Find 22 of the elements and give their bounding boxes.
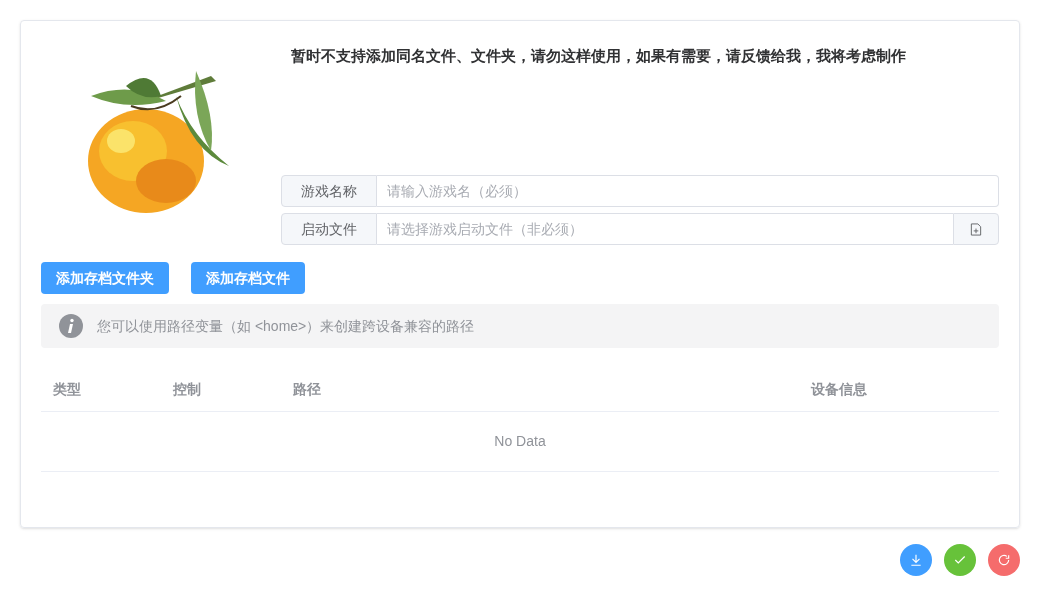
input-field[interactable]: 请输入游戏名（必须） [377,175,999,207]
select-file-button[interactable] [953,213,999,245]
refresh-icon [997,553,1011,567]
notice-text: 暂时不支持添加同名文件、文件夹，请勿这样使用，如果有需要，请反馈给我，我将考虑制作 [290,46,907,66]
alert-text: 您可以使用路径变量（如 <home>）来创建跨设备兼容的路径 [97,316,475,336]
add-button[interactable]: 添加存档文件夹 [41,262,169,294]
confirm-button[interactable] [944,544,976,576]
column-header: 设备信息 [811,381,867,397]
reset-button[interactable] [988,544,1020,576]
download-icon [909,553,923,567]
column-header: 类型 [53,381,81,397]
input-field[interactable]: 请选择游戏启动文件（非必须） [377,213,953,245]
download-button[interactable] [900,544,932,576]
field-label: 游戏名称 [281,175,377,207]
info-icon [59,314,83,338]
field-label: 启动文件 [281,213,377,245]
file-add-icon [970,222,982,236]
column-header: 路径 [293,381,321,397]
column-header: 控制 [173,381,201,397]
add-button[interactable]: 添加存档文件 [191,262,305,294]
check-icon [953,553,967,567]
empty-text: No Data [494,432,546,451]
